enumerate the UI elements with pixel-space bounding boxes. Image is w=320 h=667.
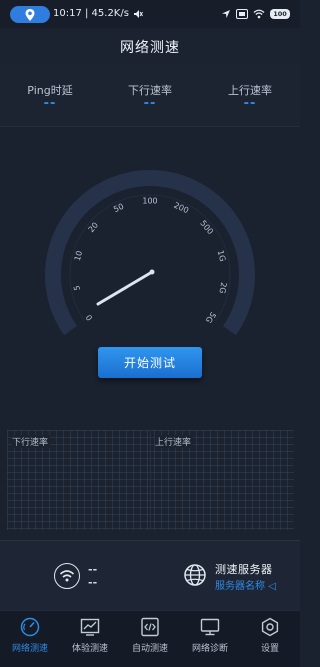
graph-download-label: 下行速率 <box>12 435 51 448</box>
status-time-speed: 10:17 | 45.2K/s <box>53 8 129 19</box>
gauge-svg: 05102050100 2005001G2G5G <box>45 170 255 336</box>
network-type <box>54 563 80 589</box>
tab-settings[interactable]: 设置 <box>240 611 300 667</box>
status-icons: 100 <box>221 7 290 21</box>
network-value-1: -- <box>88 563 98 576</box>
tab-network-diagnosis-label: 网络诊断 <box>191 644 228 654</box>
gauge-tick-label: 200 <box>172 201 190 216</box>
mute-icon <box>134 10 143 18</box>
sim-icon <box>236 9 248 19</box>
tab-experience-speed[interactable]: 体验测速 <box>60 611 120 667</box>
speedometer-icon <box>20 617 40 637</box>
gauge-tick-label: 1G <box>216 249 228 262</box>
tab-network-speed[interactable]: 网络测速 <box>0 611 60 667</box>
gauge-tick-label: 0 <box>84 313 94 322</box>
monitor-icon <box>200 618 220 636</box>
tab-auto-speed-label: 自动测速 <box>131 644 168 654</box>
battery-icon: 100 <box>270 9 290 19</box>
location-pill[interactable] <box>10 6 50 23</box>
metric-ping: Ping时延 -- <box>0 82 100 111</box>
graph-upload-label: 上行速率 <box>155 435 194 448</box>
speed-gauge: 0 5 10 20 50 100 200 500 1G 2G 5G <box>0 150 300 350</box>
info-bar: -- -- 测速服务器 服务器名称 ◁ <box>0 540 300 611</box>
status-bar: 10:17 | 45.2K/s 100 <box>0 0 300 28</box>
wifi-icon <box>59 570 75 582</box>
tab-network-speed-label: 网络测速 <box>11 644 48 654</box>
navigation-icon <box>222 10 230 18</box>
network-values: -- -- <box>88 563 97 589</box>
gauge-tick-label: 20 <box>87 221 100 235</box>
tab-auto-speed[interactable]: 自动测速 <box>120 611 180 667</box>
location-icon <box>25 9 35 21</box>
start-test-button[interactable]: 开始测试 <box>98 347 202 378</box>
bottom-tab-bar: 网络测速 体验测速 自动测速 网络诊断 设置 <box>0 610 300 667</box>
graph-divider <box>150 430 151 530</box>
gauge-tick-label: 100 <box>142 197 157 206</box>
code-file-icon <box>141 617 159 637</box>
tab-network-diagnosis[interactable]: 网络诊断 <box>180 611 240 667</box>
globe-icon[interactable] <box>183 563 207 587</box>
gauge-needle-hub <box>149 269 155 275</box>
server-title: 测速服务器 <box>215 563 273 576</box>
metric-ping-value: -- <box>43 96 57 111</box>
tab-experience-speed-label: 体验测速 <box>71 644 108 654</box>
gauge-tick-label: 5G <box>204 310 218 324</box>
wifi-icon <box>253 9 265 19</box>
metric-download-value: -- <box>143 96 157 111</box>
server-name-text: 服务器名称 <box>215 581 265 592</box>
settings-icon <box>261 617 279 637</box>
metric-download: 下行速率 -- <box>100 82 200 111</box>
gauge-needle <box>96 270 154 306</box>
chart-icon <box>80 618 100 636</box>
metrics-row: Ping时延 -- 下行速率 -- 上行速率 -- <box>0 64 300 127</box>
speed-graph: 下行速率 上行速率 <box>7 430 294 530</box>
tab-settings-label: 设置 <box>260 644 279 654</box>
gauge-tick-label: 10 <box>73 250 84 262</box>
page-title: 网络测速 <box>120 40 180 56</box>
gauge-inner-ring <box>69 194 231 322</box>
metric-upload: 上行速率 -- <box>200 82 300 111</box>
metric-upload-value: -- <box>243 96 257 111</box>
server-select-arrow: ◁ <box>268 581 276 592</box>
header: 网络测速 <box>0 28 300 64</box>
network-value-2: -- <box>88 576 98 589</box>
server-name[interactable]: 服务器名称 ◁ <box>215 577 276 592</box>
gauge-tick-label: 5 <box>72 285 82 292</box>
gauge-tick-label: 500 <box>198 219 215 236</box>
gauge-tick-label: 2G <box>217 282 228 295</box>
